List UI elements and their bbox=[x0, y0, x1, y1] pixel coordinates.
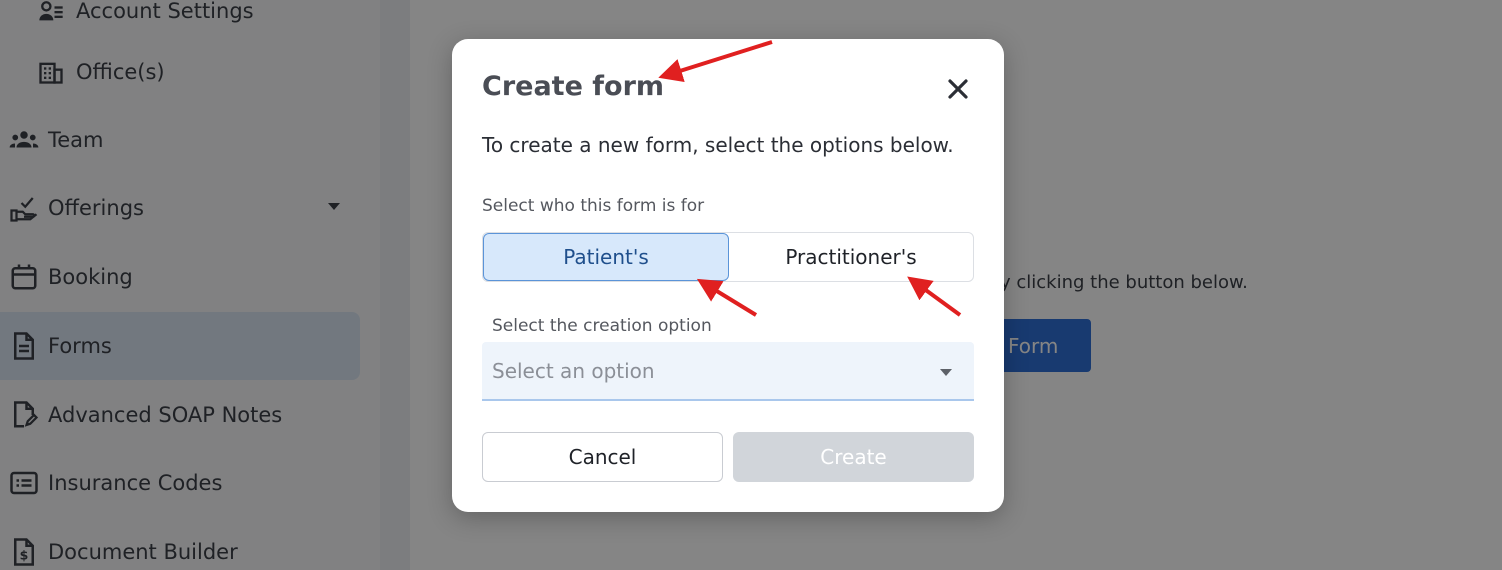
patients-option[interactable]: Patient's bbox=[483, 233, 729, 281]
creation-option-select[interactable]: Select an option bbox=[482, 342, 974, 401]
chevron-down-icon bbox=[940, 369, 952, 376]
practitioners-option[interactable]: Practitioner's bbox=[729, 233, 973, 281]
close-button[interactable] bbox=[944, 75, 972, 103]
dialog-description: To create a new form, select the options… bbox=[482, 133, 954, 157]
who-field-label: Select who this form is for bbox=[482, 196, 705, 216]
dialog-title: Create form bbox=[482, 71, 665, 102]
audience-toggle: Patient's Practitioner's bbox=[482, 232, 974, 282]
cancel-button[interactable]: Cancel bbox=[482, 432, 723, 482]
create-button[interactable]: Create bbox=[733, 432, 974, 482]
select-placeholder: Select an option bbox=[492, 358, 655, 383]
creation-field-label: Select the creation option bbox=[492, 316, 712, 336]
close-icon bbox=[948, 79, 968, 99]
create-form-dialog: Create form To create a new form, select… bbox=[452, 39, 1004, 512]
